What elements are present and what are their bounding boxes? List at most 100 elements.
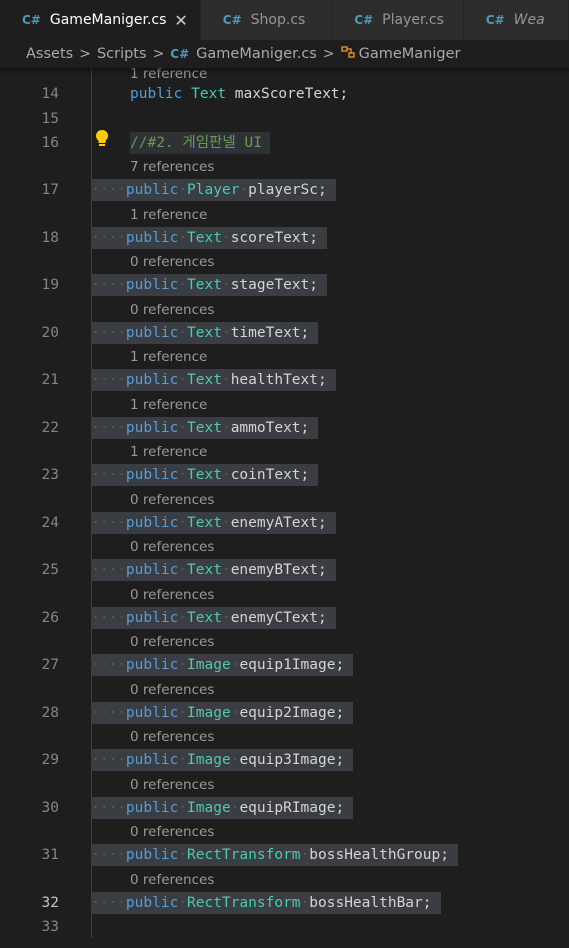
type-name: Text xyxy=(187,610,222,626)
identifier: playerSc; xyxy=(248,182,327,198)
whitespace-dots: ···· xyxy=(91,325,126,341)
codelens[interactable]: 0 references xyxy=(130,491,214,509)
whitespace-dots: ···· xyxy=(91,467,126,483)
breadcrumb-item-class[interactable]: GameManiger xyxy=(359,46,461,62)
codelens[interactable]: 0 references xyxy=(130,681,214,699)
whitespace-dots: ···· xyxy=(91,657,126,673)
codelens[interactable]: 0 references xyxy=(130,823,214,841)
tab-player[interactable]: C# Player.cs xyxy=(332,0,464,40)
type-name: Text xyxy=(187,467,222,483)
codelens[interactable]: 0 references xyxy=(130,776,214,794)
identifier: maxScoreText; xyxy=(234,86,349,102)
csharp-file-icon: C# xyxy=(222,13,242,27)
keyword: public xyxy=(125,752,179,768)
tab-label: GameManiger.cs xyxy=(49,12,167,28)
whitespace-dots: ···· xyxy=(91,800,126,816)
type-name: Image xyxy=(187,657,231,673)
identifier: equip2Image; xyxy=(239,705,345,721)
codelens[interactable]: 0 references xyxy=(130,586,214,604)
codelens[interactable]: 7 references xyxy=(130,158,214,176)
breadcrumb-item-file[interactable]: GameManiger.cs xyxy=(196,46,317,62)
codelens[interactable]: 0 references xyxy=(130,538,214,556)
line-number: 26 xyxy=(41,610,59,626)
close-icon[interactable]: ✕ xyxy=(174,11,187,30)
keyword: public xyxy=(125,657,179,673)
keyword: public xyxy=(125,325,179,341)
code-editor[interactable]: 1 reference 14 public Text maxScoreText; 1… xyxy=(0,68,569,948)
type-name: Image xyxy=(187,752,231,768)
codelens[interactable]: 1 reference xyxy=(130,68,207,83)
line-number: 15 xyxy=(41,111,59,127)
whitespace-dots: ···· xyxy=(91,562,126,578)
code-line: ····public·Text·stageText; xyxy=(91,274,328,296)
keyword: public xyxy=(125,562,179,578)
line-number: 31 xyxy=(41,847,59,863)
keyword: public xyxy=(125,182,179,198)
lightbulb-icon[interactable] xyxy=(94,129,110,149)
identifier: bossHealthBar; xyxy=(309,895,432,911)
code-line: ····public·RectTransform·bossHealthBar; xyxy=(91,892,441,914)
line-number: 22 xyxy=(41,420,59,436)
type-name: RectTransform xyxy=(187,847,301,863)
tab-gamemaniger[interactable]: C# GameManiger.cs ✕ xyxy=(0,0,201,40)
code-line: ····public·Image·equipRImage; xyxy=(91,797,354,819)
codelens[interactable]: 0 references xyxy=(130,253,214,271)
code-line: ····public·Text·enemyCText; xyxy=(91,607,336,629)
codelens[interactable]: 0 references xyxy=(130,728,214,746)
type-name: RectTransform xyxy=(187,895,301,911)
type-name: Text xyxy=(187,277,222,293)
tab-label: Shop.cs xyxy=(250,12,306,28)
whitespace-dots: ···· xyxy=(91,705,126,721)
code-line: ····public·Player·playerSc; xyxy=(91,179,336,201)
keyword: public xyxy=(125,847,179,863)
identifier: enemyAText; xyxy=(230,515,327,531)
identifier: equipRImage; xyxy=(239,800,345,816)
codelens[interactable]: 0 references xyxy=(130,871,214,889)
line-number: 17 xyxy=(41,182,59,198)
line-number: 25 xyxy=(41,562,59,578)
identifier: enemyBText; xyxy=(230,562,327,578)
codelens[interactable]: 0 references xyxy=(130,633,214,651)
identifier: coinText; xyxy=(230,467,310,483)
type-name: Text xyxy=(187,325,222,341)
line-number: 29 xyxy=(41,752,59,768)
identifier: equip1Image; xyxy=(239,657,345,673)
codelens[interactable]: 1 reference xyxy=(130,348,207,366)
line-number: 20 xyxy=(41,325,59,341)
keyword: public xyxy=(125,705,179,721)
breadcrumb-item-assets[interactable]: Assets xyxy=(26,46,73,62)
tab-weapon[interactable]: C# Wea xyxy=(463,0,569,40)
keyword: public xyxy=(125,467,179,483)
line-number: 28 xyxy=(41,705,59,721)
code-line: ····public·Text·enemyBText; xyxy=(91,559,336,581)
keyword: public xyxy=(125,372,179,388)
codelens[interactable]: 0 references xyxy=(130,301,214,319)
type-name: Text xyxy=(187,562,222,578)
keyword: public xyxy=(125,277,179,293)
line-number: 30 xyxy=(41,800,59,816)
tab-label: Wea xyxy=(513,12,545,28)
identifier: equip3Image; xyxy=(239,752,345,768)
code-line: ····public·Image·equip2Image; xyxy=(91,702,354,724)
code-line: ····public·RectTransform·bossHealthGroup… xyxy=(91,844,458,866)
keyword: public xyxy=(125,610,179,626)
code-line: ····public·Text·healthText; xyxy=(91,369,336,391)
identifier: healthText; xyxy=(230,372,327,388)
code-line: ····public·Image·equip3Image; xyxy=(91,749,354,771)
type-name: Text xyxy=(187,515,222,531)
type-name: Text xyxy=(187,230,222,246)
codelens[interactable]: 1 reference xyxy=(130,443,207,461)
line-number: 24 xyxy=(41,515,59,531)
breadcrumb-item-scripts[interactable]: Scripts xyxy=(97,46,147,62)
csharp-file-icon: C# xyxy=(170,47,190,61)
keyword: public xyxy=(125,895,179,911)
type-name: Text xyxy=(187,372,222,388)
tab-shop[interactable]: C# Shop.cs xyxy=(200,0,333,40)
codelens[interactable]: 1 reference xyxy=(130,206,207,224)
class-icon xyxy=(340,45,355,63)
keyword: public xyxy=(130,86,183,102)
identifier: enemyCText; xyxy=(230,610,327,626)
code-line: ····public·Text·timeText; xyxy=(91,322,319,344)
codelens[interactable]: 1 reference xyxy=(130,396,207,414)
code-line: public Text maxScoreText; xyxy=(130,83,348,105)
